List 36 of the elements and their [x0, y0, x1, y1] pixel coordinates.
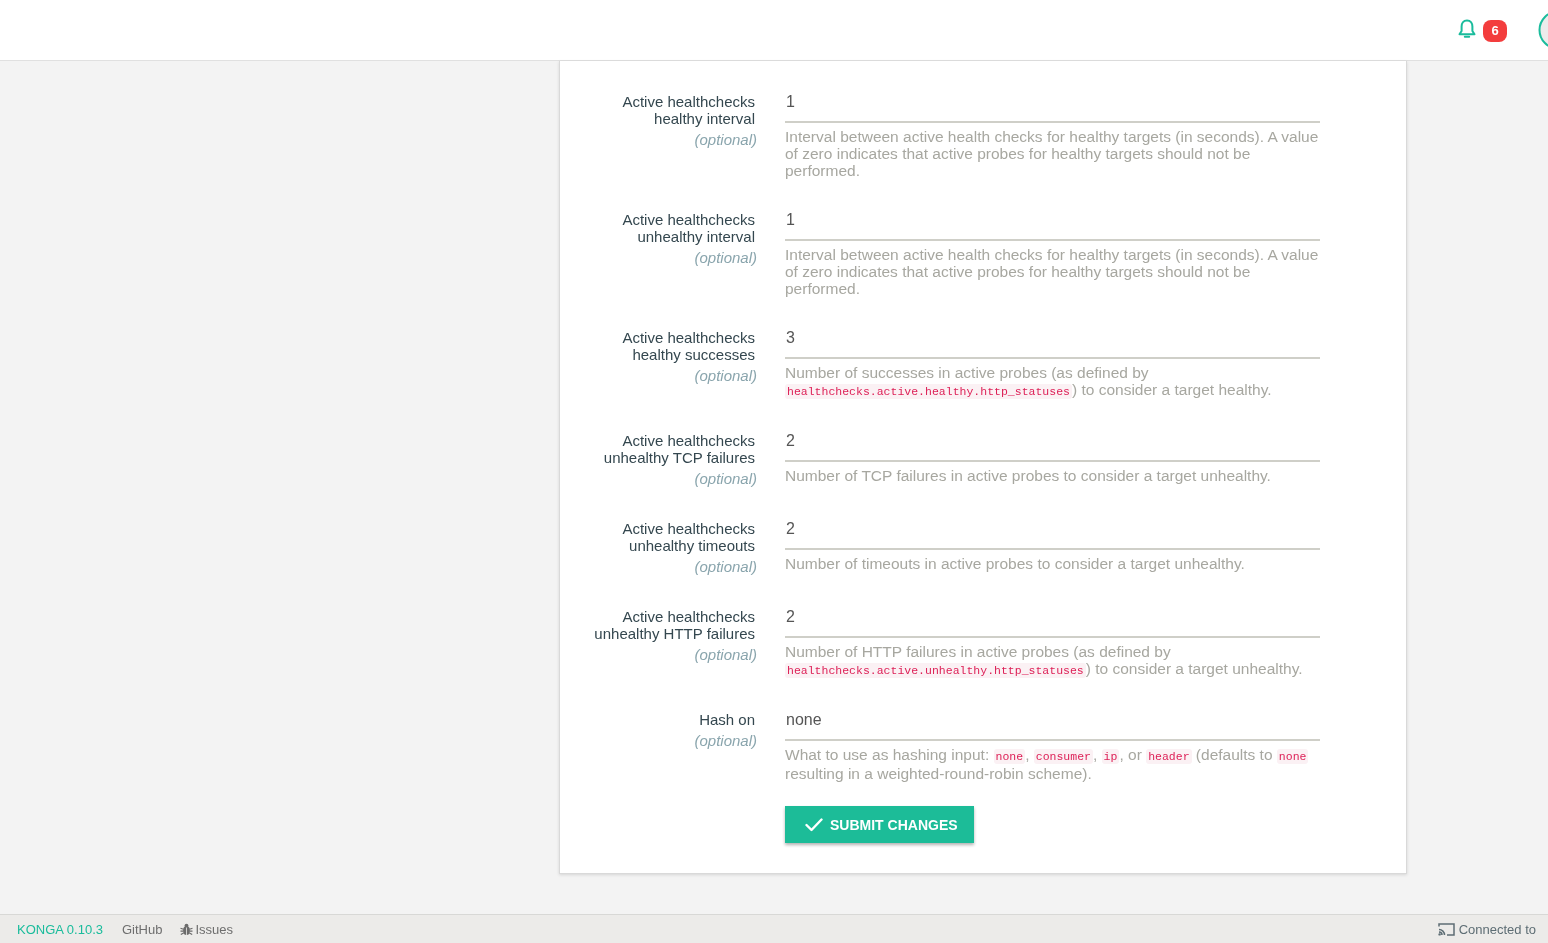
help-text: Interval between active health checks for healthy targets (in seconds). A value of zero indicates that active probes for healthy targets should not be performed.	[785, 246, 1320, 297]
field-label: Active healthchecks unhealthy HTTP failures	[593, 608, 756, 642]
input-field[interactable]: 3	[785, 329, 1320, 359]
field-label: Active healthchecks unhealthy timeouts	[621, 520, 756, 554]
help-text: Number of timeouts in active probes to consider a target unhealthy.	[785, 555, 1246, 572]
field-label: Active healthchecks unhealthy interval	[621, 211, 756, 245]
notification-badge: 6	[1483, 19, 1507, 42]
help-text: Number of TCP failures in active probes to consider a target unhealthy.	[785, 467, 1272, 484]
bell-icon[interactable]	[1458, 18, 1476, 39]
optional-note: (optional)	[694, 470, 757, 488]
field-label: Hash on	[699, 711, 756, 728]
input-field[interactable]: 2	[785, 432, 1320, 462]
help-text: What to use as hashing input: none, consumer, ip, or header (defaults to none resulting in a weighted-round-robin scheme).	[785, 746, 1310, 782]
github-link[interactable]: GitHub	[122, 921, 163, 937]
field-label: Active healthchecks healthy successes	[621, 329, 756, 363]
cast-icon	[1437, 922, 1455, 936]
input-field[interactable]: 2	[785, 520, 1320, 550]
field-label: Active healthchecks unhealthy TCP failures	[602, 432, 756, 466]
input-field[interactable]: 1	[785, 93, 1320, 123]
optional-note: (optional)	[694, 367, 757, 385]
input-field[interactable]: 2	[785, 608, 1320, 638]
optional-note: (optional)	[694, 249, 757, 267]
help-text: Number of successes in active probes (as defined by healthchecks.active.healthy.http_statuses) to consider a target healthy.	[785, 364, 1273, 400]
input-field[interactable]: none	[785, 711, 1320, 741]
check-icon	[805, 817, 823, 832]
help-text: Number of HTTP failures in active probes (as defined by healthchecks.active.unhealthy.http_statuses) to consider a target unhealthy.	[785, 643, 1304, 679]
issues-link[interactable]: Issues	[195, 921, 234, 937]
help-text: Interval between active health checks for healthy targets (in seconds). A value of zero indicates that active probes for healthy targets should not be performed.	[785, 128, 1320, 179]
optional-note: (optional)	[694, 558, 757, 576]
optional-note: (optional)	[694, 732, 757, 750]
input-field[interactable]: 1	[785, 211, 1320, 241]
optional-note: (optional)	[694, 646, 757, 664]
bug-icon	[180, 922, 194, 936]
optional-note: (optional)	[694, 131, 757, 149]
connection-status: Connected to	[1458, 921, 1536, 937]
field-label: Active healthchecks healthy interval	[621, 93, 756, 127]
